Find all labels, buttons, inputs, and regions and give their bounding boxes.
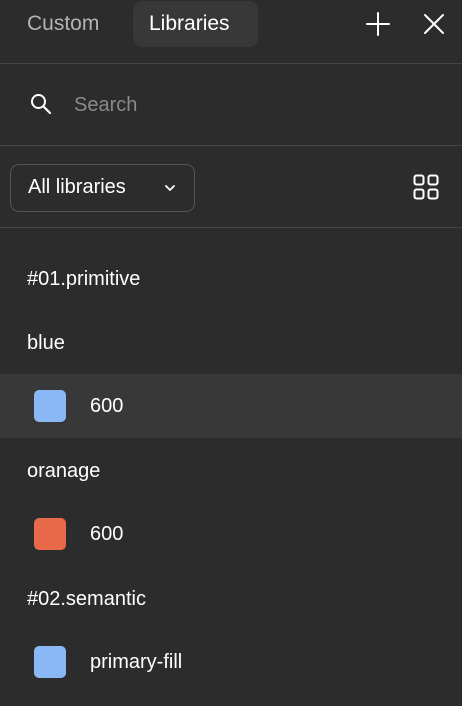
color-item[interactable]: 600 xyxy=(0,374,462,438)
color-item-label: 600 xyxy=(90,395,124,417)
search-bar xyxy=(0,64,462,145)
color-item-label: 600 xyxy=(90,523,124,545)
tab-libraries[interactable]: Libraries xyxy=(133,1,258,47)
color-item[interactable]: primary-fill xyxy=(0,630,462,694)
color-swatch xyxy=(34,518,66,550)
search-icon xyxy=(31,94,52,115)
chevron-down-icon xyxy=(165,185,175,191)
close-icon[interactable] xyxy=(420,10,448,38)
plus-icon[interactable] xyxy=(364,10,392,38)
library-dropdown[interactable]: All libraries xyxy=(10,164,195,212)
panel-header: Custom Libraries xyxy=(0,0,462,64)
color-swatch xyxy=(34,390,66,422)
color-swatch xyxy=(34,646,66,678)
library-heading: #01.primitive xyxy=(27,268,141,290)
color-group-heading: blue xyxy=(27,332,65,354)
color-group-heading: oranage xyxy=(27,460,101,482)
grid-view-icon[interactable] xyxy=(413,174,439,200)
color-item[interactable]: 600 xyxy=(0,502,462,566)
tab-custom[interactable]: Custom xyxy=(11,1,115,47)
search-input[interactable] xyxy=(74,86,434,124)
color-item-label: primary-fill xyxy=(90,651,183,673)
color-picker-panel: Custom Libraries All libraries xyxy=(0,0,462,706)
library-dropdown-label: All libraries xyxy=(28,176,126,198)
library-heading: #02.semantic xyxy=(27,588,146,610)
library-filter-row: All libraries xyxy=(0,145,462,228)
